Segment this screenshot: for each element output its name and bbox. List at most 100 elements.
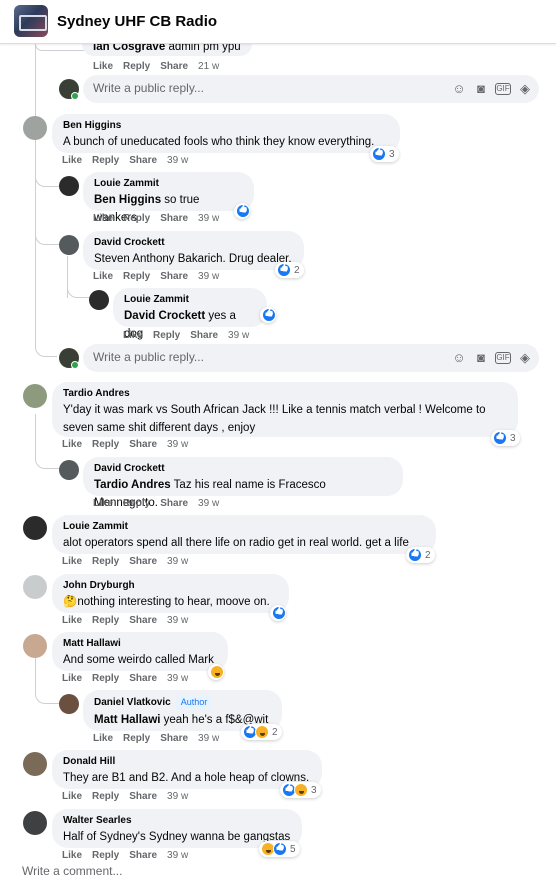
comment-time[interactable]: 39 w (198, 271, 219, 282)
like-button[interactable]: Like (93, 271, 113, 282)
reaction-summary[interactable] (260, 307, 276, 323)
group-title[interactable]: Sydney UHF CB Radio (57, 13, 217, 30)
comment-author[interactable]: Walter Searles (63, 814, 291, 827)
share-button[interactable]: Share (160, 61, 188, 72)
reply-button[interactable]: Reply (123, 733, 150, 744)
camera-icon[interactable]: ◙ (473, 81, 489, 97)
group-avatar[interactable] (14, 5, 48, 37)
reply-button[interactable]: Reply (92, 615, 119, 626)
share-button[interactable]: Share (129, 850, 157, 861)
comment-time[interactable]: 39 w (198, 498, 219, 509)
like-button[interactable]: Like (93, 498, 113, 509)
sticker-icon[interactable]: ◈ (517, 350, 533, 366)
avatar[interactable] (23, 384, 47, 408)
like-button[interactable]: Like (123, 330, 143, 341)
write-comment-input[interactable]: Write a comment... (22, 864, 122, 878)
reaction-summary[interactable] (270, 605, 286, 621)
comment-author[interactable]: Louie Zammit (94, 177, 243, 190)
comment-time[interactable]: 39 w (167, 556, 188, 567)
reply-button[interactable]: Reply (123, 213, 150, 224)
comment-time[interactable]: 39 w (167, 439, 188, 450)
share-button[interactable]: Share (129, 556, 157, 567)
like-button[interactable]: Like (93, 213, 113, 224)
comment-time[interactable]: 39 w (167, 850, 188, 861)
reply-button[interactable]: Reply (92, 850, 119, 861)
comment-author[interactable]: Matt Hallawi (63, 637, 217, 650)
avatar[interactable] (23, 811, 47, 835)
avatar[interactable] (23, 634, 47, 658)
reply-button[interactable]: Reply (153, 330, 180, 341)
avatar[interactable] (23, 116, 47, 140)
like-button[interactable]: Like (93, 733, 113, 744)
share-button[interactable]: Share (160, 733, 188, 744)
avatar[interactable] (23, 575, 47, 599)
reply-button[interactable]: Reply (123, 498, 150, 509)
like-button[interactable]: Like (62, 155, 82, 166)
reaction-summary[interactable]: 3 (491, 430, 520, 446)
reply-button[interactable]: Reply (92, 155, 119, 166)
share-button[interactable]: Share (129, 155, 157, 166)
comment-author[interactable]: John Dryburgh (63, 579, 278, 592)
camera-icon[interactable]: ◙ (473, 350, 489, 366)
avatar[interactable] (59, 694, 79, 714)
avatar[interactable] (59, 235, 79, 255)
reaction-summary[interactable]: 3 (370, 146, 399, 162)
like-button[interactable]: Like (62, 439, 82, 450)
comment-time[interactable]: 39 w (228, 330, 249, 341)
emoji-icon[interactable]: ☺ (451, 81, 467, 97)
emoji-icon[interactable]: ☺ (451, 350, 467, 366)
mention-link[interactable]: Tardio Andres (94, 479, 171, 491)
comment-author[interactable]: Ben Higgins (63, 119, 389, 132)
comment-time[interactable]: 39 w (167, 155, 188, 166)
like-button[interactable]: Like (62, 615, 82, 626)
comment-time[interactable]: 39 w (198, 733, 219, 744)
share-button[interactable]: Share (129, 439, 157, 450)
reply-button[interactable]: Reply (92, 673, 119, 684)
gif-icon[interactable]: GIF (495, 83, 511, 95)
avatar[interactable] (59, 460, 79, 480)
comment-author[interactable]: Tardio Andres (63, 387, 507, 400)
mention-link[interactable]: Matt Hallawi (94, 714, 160, 726)
comment-time[interactable]: 39 w (167, 615, 188, 626)
reply-button[interactable]: Reply (92, 439, 119, 450)
comment-author[interactable]: David Crockett (94, 236, 293, 249)
reply-button[interactable]: Reply (123, 271, 150, 282)
comment-author[interactable]: David Crockett (94, 462, 392, 475)
comment-time[interactable]: 39 w (198, 213, 219, 224)
share-button[interactable]: Share (160, 271, 188, 282)
avatar[interactable] (59, 176, 79, 196)
comment-author[interactable]: Louie Zammit (63, 520, 425, 533)
reaction-summary[interactable]: 2 (241, 724, 282, 740)
sticker-icon[interactable]: ◈ (517, 81, 533, 97)
reply-input[interactable] (93, 350, 393, 364)
like-button[interactable]: Like (62, 850, 82, 861)
comment-author[interactable]: Daniel Vlatkovic (94, 697, 171, 708)
reaction-summary[interactable] (208, 664, 224, 680)
comment-time[interactable]: 39 w (167, 673, 188, 684)
comment-author[interactable]: Donald Hill (63, 755, 311, 768)
share-button[interactable]: Share (190, 330, 218, 341)
share-button[interactable]: Share (129, 673, 157, 684)
gif-icon[interactable]: GIF (495, 352, 511, 364)
mention-link[interactable]: Ben Higgins (94, 194, 161, 206)
reaction-summary[interactable]: 3 (280, 782, 321, 798)
share-button[interactable]: Share (160, 498, 188, 509)
share-button[interactable]: Share (160, 213, 188, 224)
share-button[interactable]: Share (129, 791, 157, 802)
avatar[interactable] (89, 290, 109, 310)
comment-time[interactable]: 21 w (198, 61, 219, 72)
reaction-summary[interactable] (234, 203, 250, 219)
reply-input[interactable] (93, 81, 393, 95)
like-button[interactable]: Like (93, 61, 113, 72)
avatar[interactable] (23, 752, 47, 776)
reply-button[interactable]: Reply (92, 791, 119, 802)
like-button[interactable]: Like (62, 791, 82, 802)
comment-author[interactable]: Louie Zammit (124, 293, 256, 306)
like-button[interactable]: Like (62, 556, 82, 567)
reply-button[interactable]: Reply (123, 61, 150, 72)
mention-link[interactable]: David Crockett (124, 310, 205, 322)
like-button[interactable]: Like (62, 673, 82, 684)
reaction-summary[interactable]: 5 (259, 841, 300, 857)
reaction-summary[interactable]: 2 (275, 262, 304, 278)
comment-time[interactable]: 39 w (167, 791, 188, 802)
